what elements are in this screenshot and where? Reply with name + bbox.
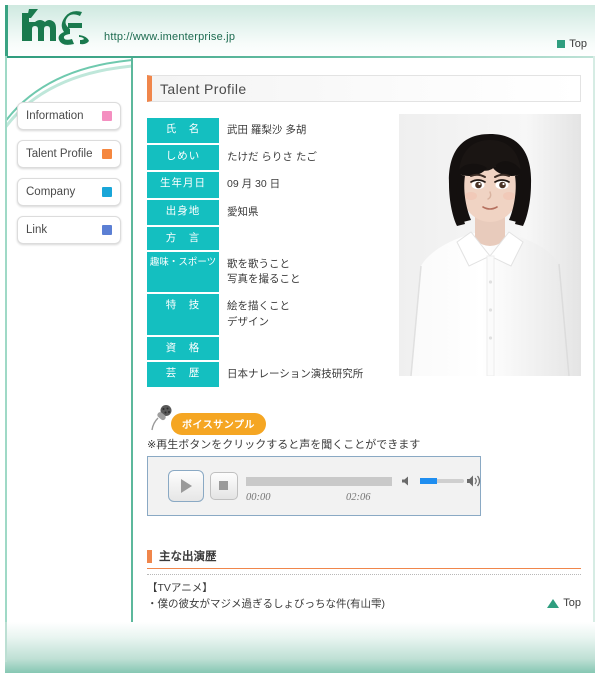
page-root: http://www.imenterprise.jp Top Informati…	[0, 0, 600, 678]
profile-value: 09 月 30 日	[227, 178, 281, 191]
footer-left-edge	[5, 622, 7, 662]
table-row: 特 技 絵を描くこと デザイン	[147, 294, 397, 335]
profile-value	[219, 227, 397, 250]
sidebar-item-link[interactable]: Link	[17, 216, 121, 244]
triangle-up-icon	[547, 598, 560, 608]
sidebar-item-talent-profile[interactable]: Talent Profile	[17, 140, 121, 168]
profile-value	[219, 337, 397, 360]
microphone-icon	[151, 405, 172, 431]
profile-value: 歌を歌うこと 写真を撮ること	[227, 258, 301, 286]
table-row: 資 格	[147, 336, 397, 360]
section-rule	[147, 568, 581, 569]
talent-photo	[399, 114, 581, 376]
table-row: 生年月日 09 月 30 日	[147, 172, 397, 198]
profile-table: 氏 名 武田 羅梨沙 多胡 しめい たけだ らりさ たご 生年月日 09 月 3…	[147, 116, 397, 389]
profile-label: 方 言	[147, 226, 219, 250]
table-row: 氏 名 武田 羅梨沙 多胡	[147, 118, 397, 144]
profile-label: しめい	[147, 145, 219, 171]
page-title: Talent Profile	[160, 80, 247, 97]
play-button[interactable]	[168, 470, 204, 502]
seek-slider[interactable]	[246, 477, 392, 486]
play-icon	[181, 479, 192, 493]
current-time: 00:00	[246, 492, 271, 503]
square-icon	[102, 225, 112, 235]
profile-value: 愛知県	[227, 205, 259, 218]
voice-sample-note: ※再生ボタンをクリックすると声を聞くことができます	[147, 439, 421, 451]
table-row: しめい たけだ らりさ たご	[147, 145, 397, 171]
profile-value: 日本ナレーション演技研究所	[227, 368, 364, 380]
square-icon	[102, 149, 112, 159]
square-icon	[102, 111, 112, 121]
main-content: Talent Profile 氏 名 武田 羅梨沙 多胡 しめい たけだ らりさ…	[135, 58, 593, 622]
table-row: 趣味・スポーツ 歌を歌うこと 写真を撮ること	[147, 252, 397, 293]
profile-value: たけだ らりさ たご	[227, 151, 317, 164]
sidebar-item-label: Talent Profile	[26, 148, 93, 160]
volume-low-icon[interactable]	[401, 475, 413, 487]
profile-label: 特 技	[147, 294, 219, 335]
sidebar: Information Talent Profile Company Link	[7, 58, 133, 622]
sidebar-item-label: Company	[26, 186, 76, 198]
section-title: 主な出演歴	[159, 551, 217, 563]
profile-value: 武田 羅梨沙 多胡	[227, 124, 307, 136]
top-link-header[interactable]: Top	[557, 38, 587, 50]
volume-level	[420, 478, 437, 484]
profile-value: 絵を描くこと デザイン	[227, 300, 290, 328]
top-link-footer[interactable]: Top	[547, 597, 581, 609]
site-url[interactable]: http://www.imenterprise.jp	[104, 31, 235, 43]
profile-label: 芸 歴	[147, 362, 219, 388]
profile-label: 資 格	[147, 336, 219, 360]
dotted-divider	[147, 574, 581, 575]
sidebar-divider	[131, 58, 133, 622]
sidebar-item-label: Information	[26, 110, 84, 122]
duration-time: 02:06	[346, 492, 371, 503]
frame-right-border	[593, 56, 595, 622]
credits-section-header: 主な出演歴	[147, 548, 581, 569]
page-title-bar: Talent Profile	[147, 75, 581, 102]
sidebar-nav: Information Talent Profile Company Link	[17, 102, 121, 254]
profile-label: 出身地	[147, 199, 219, 225]
sidebar-item-label: Link	[26, 224, 48, 236]
site-logo[interactable]	[16, 7, 106, 49]
profile-label: 氏 名	[147, 118, 219, 144]
volume-high-icon[interactable]	[466, 473, 482, 489]
table-row: 芸 歴 日本ナレーション演技研究所	[147, 362, 397, 388]
sidebar-item-information[interactable]: Information	[17, 102, 121, 130]
audio-player: 00:00 02:06	[147, 456, 481, 516]
voice-sample-label: ボイスサンプル	[171, 413, 266, 435]
table-row: 方 言	[147, 226, 397, 250]
profile-label: 趣味・スポーツ	[147, 252, 219, 293]
top-link-footer-label: Top	[563, 597, 581, 609]
voice-sample-badge: ボイスサンプル	[149, 404, 266, 435]
section-accent-bar	[147, 549, 152, 563]
profile-label: 生年月日	[147, 172, 219, 198]
site-footer: 株式会社アイムエンタープライズ 〒151-0053東京都渋谷区代々木1-14-3…	[5, 622, 595, 673]
credits-body: 【TVアニメ】 ・僕の彼女がマジメ過ぎるしょびっちな件(有山雫)	[147, 582, 385, 610]
stop-button[interactable]	[210, 472, 238, 500]
table-row: 出身地 愛知県	[147, 199, 397, 225]
sidebar-item-company[interactable]: Company	[17, 178, 121, 206]
site-header: http://www.imenterprise.jp Top	[5, 5, 595, 57]
top-link-header-label: Top	[569, 38, 587, 50]
square-icon	[102, 187, 112, 197]
stop-icon	[219, 481, 228, 490]
top-square-icon	[557, 40, 566, 48]
